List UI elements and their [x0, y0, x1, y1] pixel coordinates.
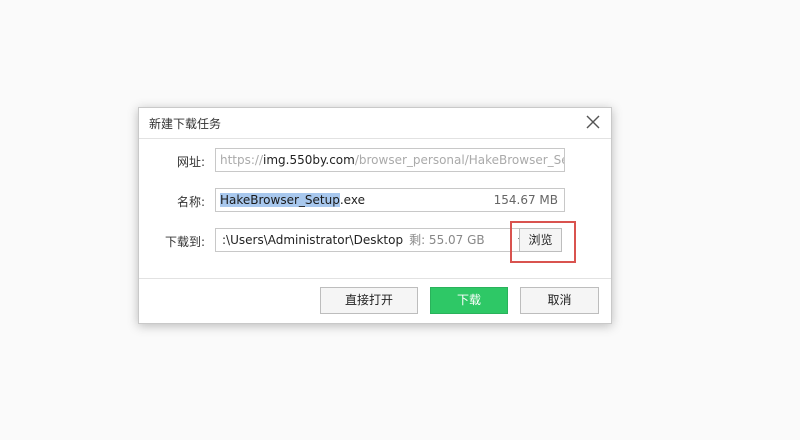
browse-button[interactable]: 浏览	[519, 228, 562, 252]
cancel-button[interactable]: 取消	[520, 287, 599, 314]
dialog-titlebar: 新建下载任务	[139, 108, 611, 139]
url-input[interactable]: https://img.550by.com/browser_personal/H…	[215, 148, 565, 172]
filename-extension: .exe	[339, 193, 365, 207]
url-label: 网址:	[176, 155, 205, 169]
close-icon[interactable]	[585, 114, 601, 130]
filename-selected-text: HakeBrowser_Setup	[220, 193, 340, 207]
filename-input[interactable]: HakeBrowser_Setup.exe 154.67 MB	[215, 188, 565, 212]
close-icon-svg	[586, 115, 600, 129]
file-size: 154.67 MB	[493, 193, 558, 207]
open-directly-button[interactable]: 直接打开	[320, 287, 418, 314]
download-path-input[interactable]: :\Users\Administrator\Desktop 剩: 55.07 GB	[215, 228, 511, 252]
download-path: :\Users\Administrator\Desktop	[222, 233, 404, 247]
url-prefix: https://	[220, 153, 264, 167]
url-host: img.550by.com	[263, 153, 355, 167]
download-button[interactable]: 下载	[430, 287, 508, 314]
dialog-title: 新建下载任务	[149, 117, 222, 131]
free-space: 剩: 55.07 GB	[409, 233, 485, 247]
dialog-footer: 直接打开 下载 取消	[139, 278, 611, 325]
download-to-label: 下载到:	[164, 235, 205, 249]
name-label: 名称:	[176, 195, 205, 209]
new-download-dialog: 新建下载任务 网址: https://img.550by.com/browser…	[138, 107, 612, 324]
url-path: /browser_personal/HakeBrowser_Se	[354, 153, 565, 167]
